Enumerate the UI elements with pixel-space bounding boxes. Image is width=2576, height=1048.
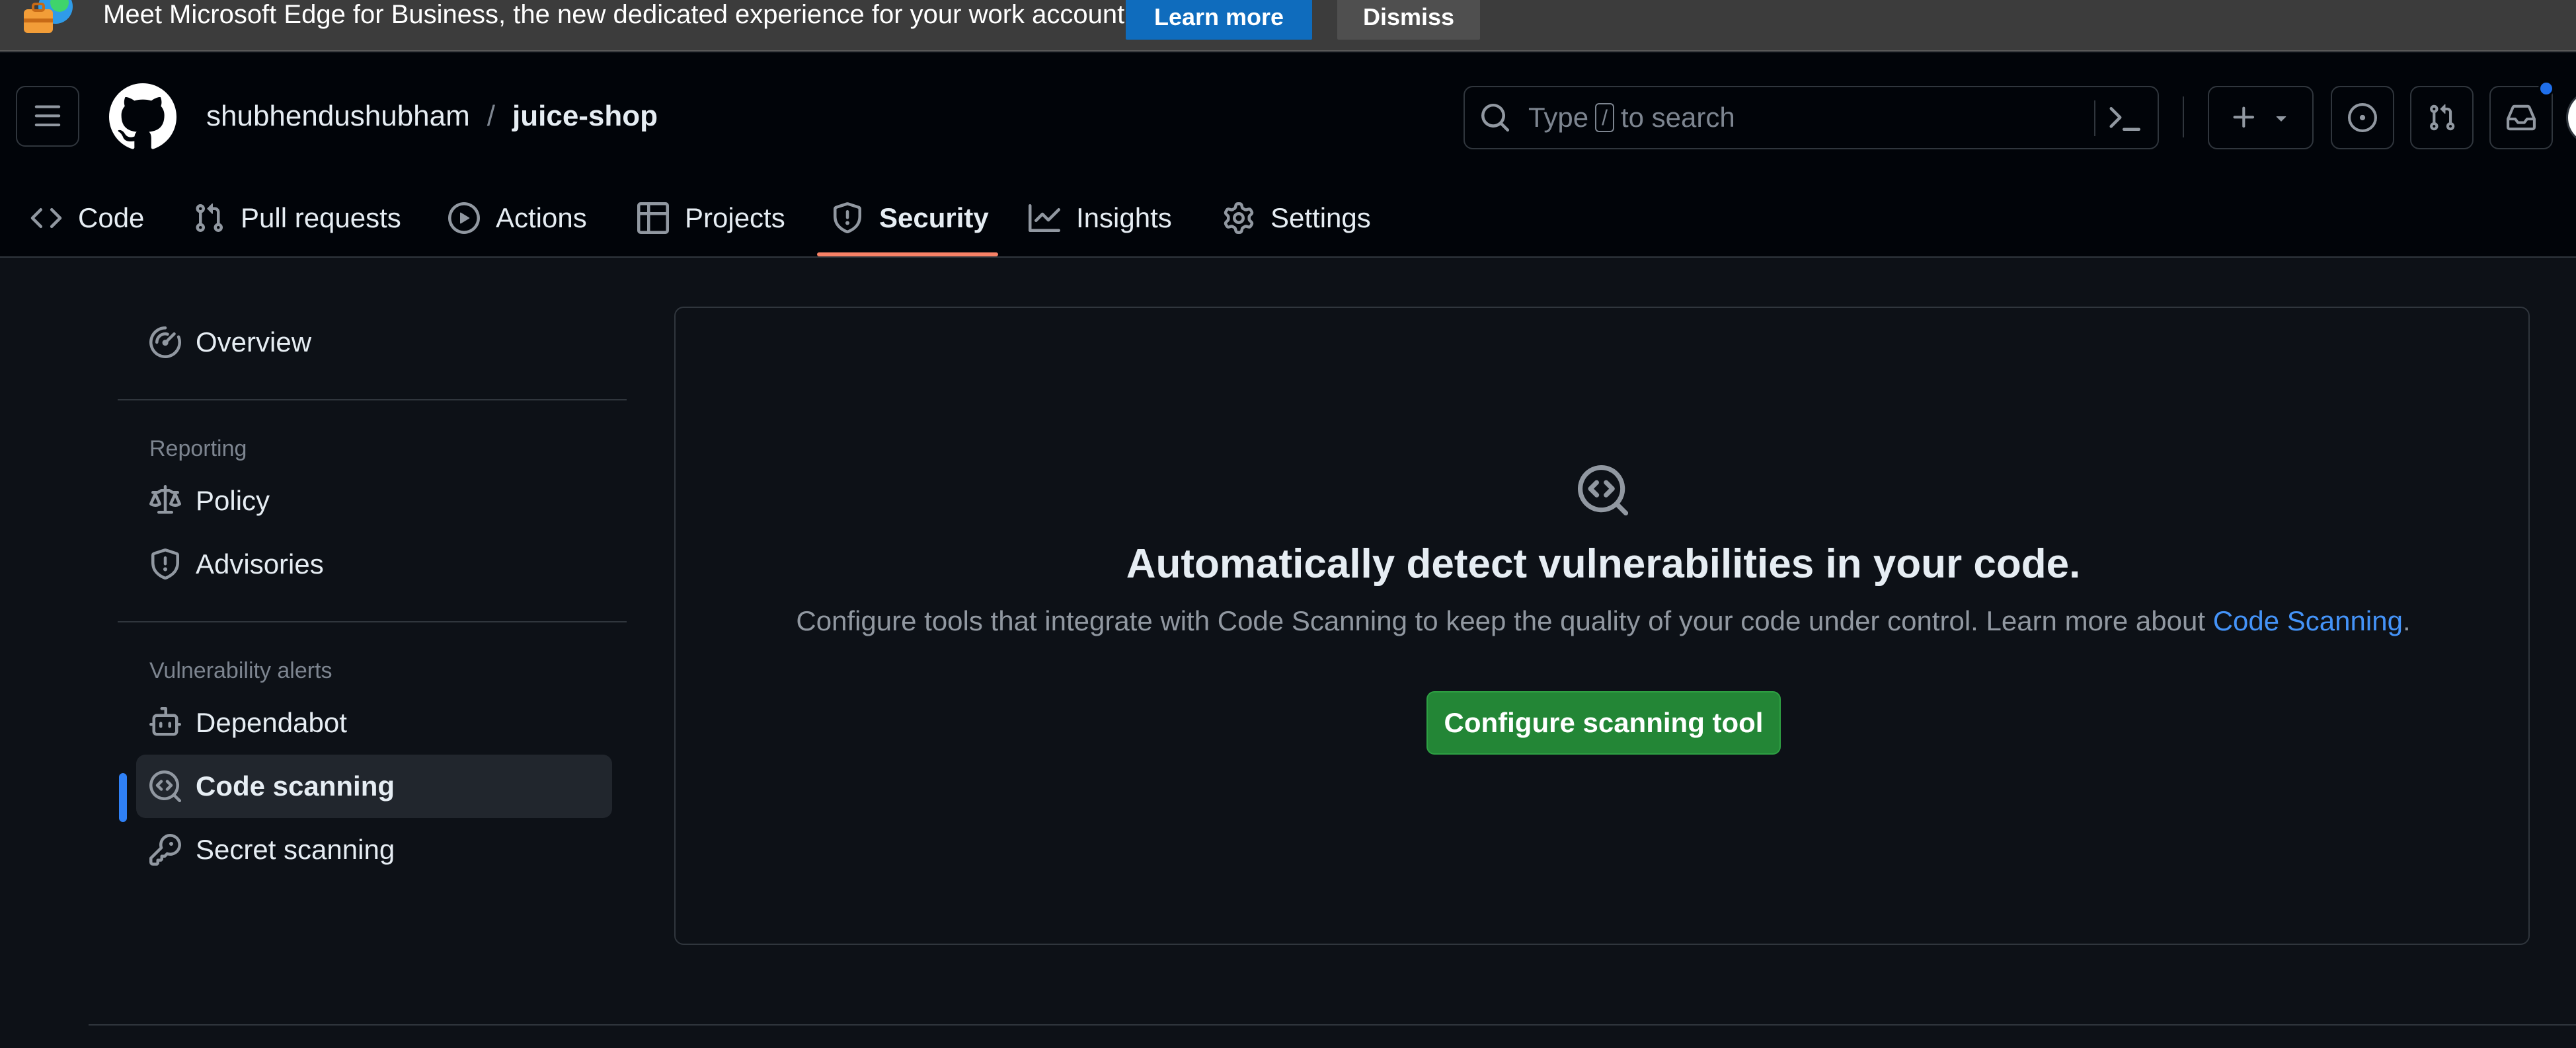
git-pull-request-icon — [196, 203, 223, 233]
banner-message: Meet Microsoft Edge for Business, the ne… — [103, 0, 1132, 29]
tab-label: Projects — [685, 202, 785, 233]
repo-breadcrumb: shubhendushubham / juice-shop — [206, 99, 658, 133]
key-icon — [149, 834, 181, 866]
create-new-button[interactable] — [2208, 86, 2314, 149]
global-header: shubhendushubham / juice-shop Type / to … — [0, 53, 2576, 258]
law-icon — [149, 485, 181, 514]
dismiss-button[interactable]: Dismiss — [1337, 0, 1480, 40]
code-scanning-blankslate: Automatically detect vulnerabilities in … — [674, 307, 2530, 945]
search-placeholder-suffix: to search — [1620, 102, 1735, 133]
repo-name-link[interactable]: juice-shop — [512, 99, 658, 133]
breadcrumb-separator: / — [487, 100, 496, 132]
tab-label: Actions — [496, 202, 587, 233]
sidebar-item-dependabot[interactable]: Dependabot — [136, 691, 612, 755]
sidebar-item-label: Secret scanning — [196, 834, 395, 865]
dependabot-icon — [149, 707, 181, 736]
sidebar-item-label: Policy — [196, 485, 270, 516]
sidebar-item-label: Overview — [196, 326, 312, 357]
blankslate-description: Configure tools that integrate with Code… — [676, 605, 2531, 637]
triangle-down-icon — [2276, 116, 2286, 122]
sidebar-item-label: Dependabot — [196, 707, 347, 738]
user-avatar[interactable] — [2566, 90, 2576, 145]
repo-owner-link[interactable]: shubhendushubham — [206, 99, 470, 133]
sidebar-item-policy[interactable]: Policy — [136, 469, 612, 533]
play-icon — [448, 202, 480, 234]
git-pull-request-icon — [2430, 104, 2455, 131]
sidebar-divider — [118, 621, 627, 622]
pull-requests-button[interactable] — [2410, 86, 2474, 149]
tab-actions[interactable]: Actions — [448, 178, 587, 258]
search-shortcut-key: / — [1595, 103, 1614, 132]
search-input[interactable]: Type / to search — [1464, 86, 2159, 149]
shield-icon — [151, 548, 179, 580]
configure-scanning-tool-button[interactable]: Configure scanning tool — [1426, 691, 1781, 755]
codescan-icon — [1578, 465, 1628, 515]
notification-dot — [2538, 81, 2554, 96]
menu-button[interactable] — [16, 86, 79, 147]
repo-nav: Code Pull requests Actions Projects Secu… — [0, 178, 2576, 258]
tab-code[interactable]: Code — [30, 178, 144, 258]
tab-label: Pull requests — [241, 202, 401, 233]
tab-label: Code — [78, 202, 145, 233]
codescan-icon — [149, 770, 181, 802]
learn-more-button[interactable]: Learn more — [1126, 0, 1312, 40]
tab-insights[interactable]: Insights — [1029, 178, 1172, 258]
sidebar-divider — [118, 399, 627, 400]
github-logo-icon[interactable] — [109, 83, 176, 151]
description-text: Configure tools that integrate with Code… — [796, 605, 2213, 636]
description-period: . — [2402, 605, 2411, 636]
search-placeholder: Type / to search — [1528, 100, 1735, 135]
tab-label: Insights — [1076, 202, 1172, 233]
sidebar-item-secret-scanning[interactable]: Secret scanning — [136, 818, 612, 881]
tab-label: Settings — [1270, 202, 1371, 233]
blankslate-title: Automatically detect vulnerabilities in … — [1126, 541, 2081, 587]
tab-security[interactable]: Security — [832, 178, 989, 258]
issues-button[interactable] — [2331, 86, 2394, 149]
tab-pull-requests[interactable]: Pull requests — [193, 178, 401, 258]
active-tab-underline — [817, 252, 998, 256]
code-icon — [30, 207, 62, 229]
footer-divider — [89, 1024, 2576, 1026]
inbox-icon — [2507, 104, 2536, 131]
shield-icon — [834, 202, 861, 234]
code-scanning-docs-link[interactable]: Code Scanning — [2213, 605, 2403, 636]
search-divider — [2094, 100, 2095, 136]
command-palette-icon[interactable] — [2109, 103, 2140, 135]
plus-icon — [2233, 106, 2255, 128]
selected-item-indicator — [119, 773, 127, 822]
tab-projects[interactable]: Projects — [637, 178, 785, 258]
edge-business-icon — [21, 0, 74, 40]
issue-opened-icon — [2348, 103, 2377, 132]
sidebar-item-label: Code scanning — [196, 770, 395, 802]
sidebar-item-advisories[interactable]: Advisories — [136, 533, 612, 596]
sidebar-heading-reporting: Reporting — [149, 436, 247, 461]
graph-icon — [1029, 204, 1060, 232]
edge-promo-banner: Meet Microsoft Edge for Business, the ne… — [0, 0, 2576, 52]
tab-settings[interactable]: Settings — [1223, 178, 1371, 258]
sidebar-item-overview[interactable]: Overview — [136, 311, 612, 374]
sidebar-heading-vulnerability-alerts: Vulnerability alerts — [149, 658, 332, 683]
meter-icon — [149, 326, 181, 358]
sidebar-item-label: Advisories — [196, 548, 324, 580]
tab-label: Security — [879, 202, 989, 233]
table-icon — [637, 202, 669, 234]
search-placeholder-prefix: Type — [1528, 102, 1589, 133]
header-divider — [2183, 96, 2184, 137]
gear-icon — [1224, 202, 1254, 234]
search-icon — [1481, 104, 1510, 132]
hamburger-icon — [34, 105, 61, 127]
sidebar-item-code-scanning[interactable]: Code scanning — [136, 755, 612, 818]
